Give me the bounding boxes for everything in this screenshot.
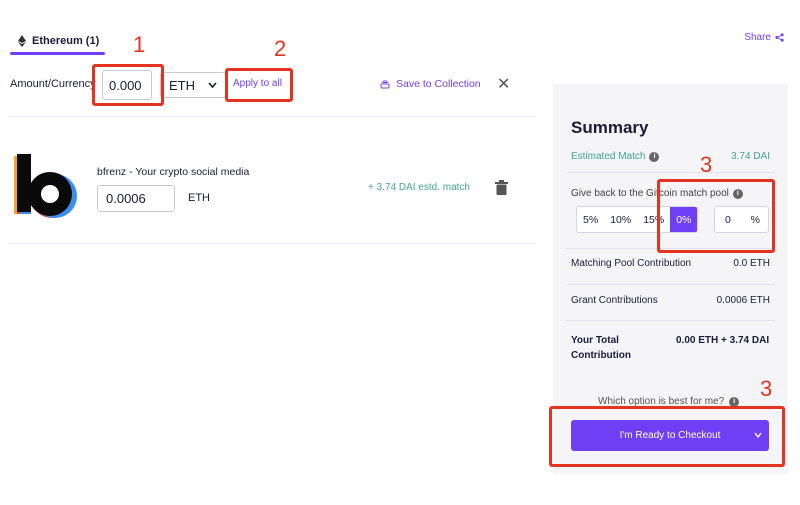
collection-icon bbox=[380, 80, 390, 88]
estimated-match-value: 3.74 DAI bbox=[731, 151, 770, 162]
close-icon[interactable]: ✕ bbox=[497, 74, 510, 94]
share-button[interactable]: Share bbox=[744, 32, 784, 43]
annotation-box-1 bbox=[92, 64, 164, 106]
currency-value: ETH bbox=[169, 77, 195, 93]
save-to-collection-label: Save to Collection bbox=[396, 78, 481, 90]
share-icon bbox=[775, 33, 784, 42]
share-label: Share bbox=[744, 32, 771, 43]
annotation-box-3b bbox=[549, 406, 785, 467]
estimated-match-text: + 3.74 DAI estd. match bbox=[368, 182, 470, 193]
summary-divider bbox=[565, 320, 775, 321]
tab-label: Ethereum (1) bbox=[32, 35, 100, 47]
matching-pool-value: 0.0 ETH bbox=[733, 258, 770, 269]
grant-title[interactable]: bfrenz - Your crypto social media bbox=[97, 166, 249, 178]
bfrenz-logo bbox=[14, 154, 77, 218]
grant-contributions-value: 0.0006 ETH bbox=[716, 295, 770, 306]
tab-active-indicator bbox=[10, 52, 105, 55]
currency-select[interactable]: ETH bbox=[160, 72, 226, 98]
grant-contributions-label: Grant Contributions bbox=[571, 295, 658, 306]
annotation-number-3a: 3 bbox=[700, 152, 713, 177]
summary-divider bbox=[565, 284, 775, 285]
total-contribution-value: 0.00 ETH + 3.74 DAI bbox=[676, 335, 770, 346]
annotation-box-2 bbox=[225, 68, 293, 102]
info-icon: i bbox=[729, 396, 740, 407]
annotation-number-2: 2 bbox=[274, 36, 287, 61]
amount-currency-label: Amount/Currency bbox=[10, 78, 96, 90]
matching-pool-label: Matching Pool Contribution bbox=[571, 258, 692, 269]
annotation-box-3a bbox=[657, 179, 775, 253]
summary-divider bbox=[565, 172, 775, 173]
grant-currency: ETH bbox=[188, 192, 210, 204]
summary-title: Summary bbox=[571, 118, 649, 137]
estimated-match-label: Estimated Match i bbox=[571, 151, 660, 162]
annotation-number-1: 1 bbox=[133, 32, 146, 57]
divider bbox=[10, 243, 536, 244]
chevron-down-icon bbox=[208, 82, 217, 88]
divider bbox=[10, 116, 536, 117]
annotation-number-3b: 3 bbox=[760, 376, 773, 401]
save-to-collection-button[interactable]: Save to Collection bbox=[380, 78, 481, 90]
ethereum-icon bbox=[18, 35, 26, 47]
total-contribution-label: Your Total Contribution bbox=[571, 335, 631, 361]
info-icon[interactable]: i bbox=[649, 151, 660, 162]
percent-option-5[interactable]: 5% bbox=[577, 207, 605, 232]
grant-amount-input[interactable] bbox=[97, 185, 175, 212]
estimated-match-label-text: Estimated Match bbox=[571, 151, 646, 162]
percent-option-10[interactable]: 10% bbox=[604, 207, 638, 232]
trash-icon[interactable] bbox=[495, 180, 508, 195]
